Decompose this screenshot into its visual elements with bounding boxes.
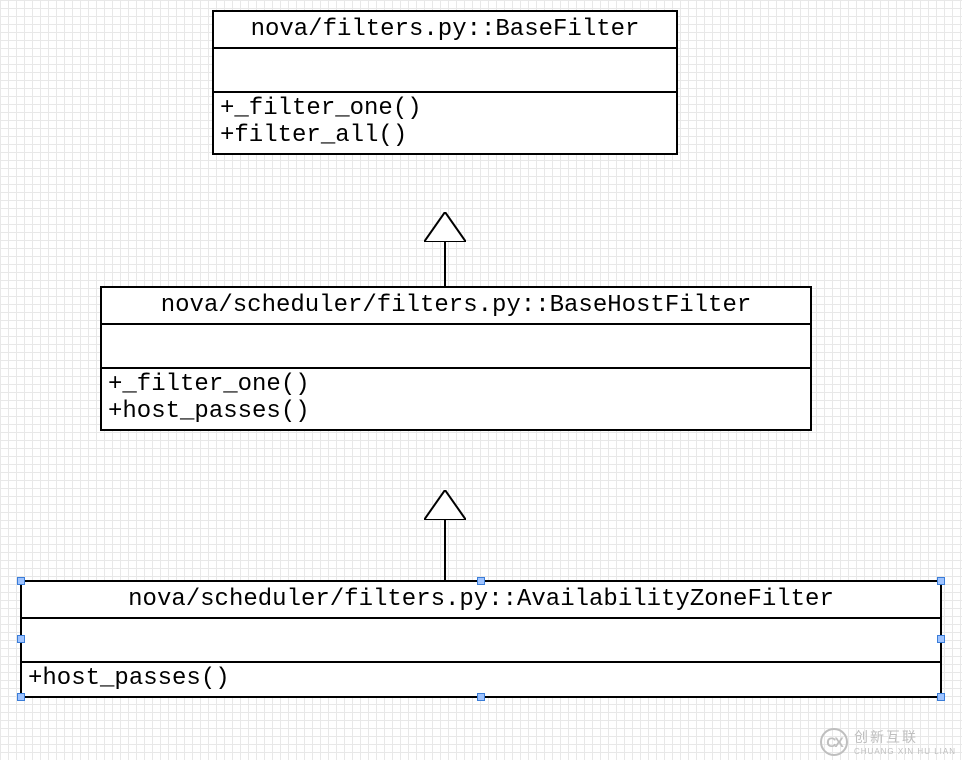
resize-handle[interactable]	[477, 577, 485, 585]
resize-handle[interactable]	[17, 693, 25, 701]
operation: +_filter_one()	[220, 95, 670, 122]
watermark-brand: 创新互联	[854, 729, 918, 745]
resize-handle[interactable]	[17, 577, 25, 585]
class-title: nova/filters.py::BaseFilter	[214, 12, 676, 49]
watermark: CX 创新互联 CHUANG XIN HU LIAN	[820, 727, 956, 756]
resize-handle[interactable]	[477, 693, 485, 701]
uml-class-availability-zone-filter[interactable]: nova/scheduler/filters.py::AvailabilityZ…	[20, 580, 942, 698]
generalization-arrow-icon	[424, 212, 466, 242]
class-attributes	[22, 619, 940, 663]
generalization-line	[444, 520, 446, 580]
class-title: nova/scheduler/filters.py::BaseHostFilte…	[102, 288, 810, 325]
watermark-sub: CHUANG XIN HU LIAN	[854, 747, 956, 756]
generalization-arrow-icon	[424, 490, 466, 520]
generalization-line	[444, 242, 446, 286]
uml-class-base-host-filter[interactable]: nova/scheduler/filters.py::BaseHostFilte…	[100, 286, 812, 431]
operation: +host_passes()	[108, 398, 804, 425]
class-attributes	[102, 325, 810, 369]
class-operations: +_filter_one() +host_passes()	[102, 369, 810, 429]
logo-icon: CX	[820, 728, 848, 756]
class-operations: +_filter_one() +filter_all()	[214, 93, 676, 153]
resize-handle[interactable]	[937, 635, 945, 643]
class-attributes	[214, 49, 676, 93]
resize-handle[interactable]	[937, 577, 945, 585]
uml-class-base-filter[interactable]: nova/filters.py::BaseFilter +_filter_one…	[212, 10, 678, 155]
resize-handle[interactable]	[937, 693, 945, 701]
resize-handle[interactable]	[17, 635, 25, 643]
class-title: nova/scheduler/filters.py::AvailabilityZ…	[22, 582, 940, 619]
operation: +filter_all()	[220, 122, 670, 149]
class-operations: +host_passes()	[22, 663, 940, 696]
operation: +_filter_one()	[108, 371, 804, 398]
operation: +host_passes()	[28, 665, 934, 692]
